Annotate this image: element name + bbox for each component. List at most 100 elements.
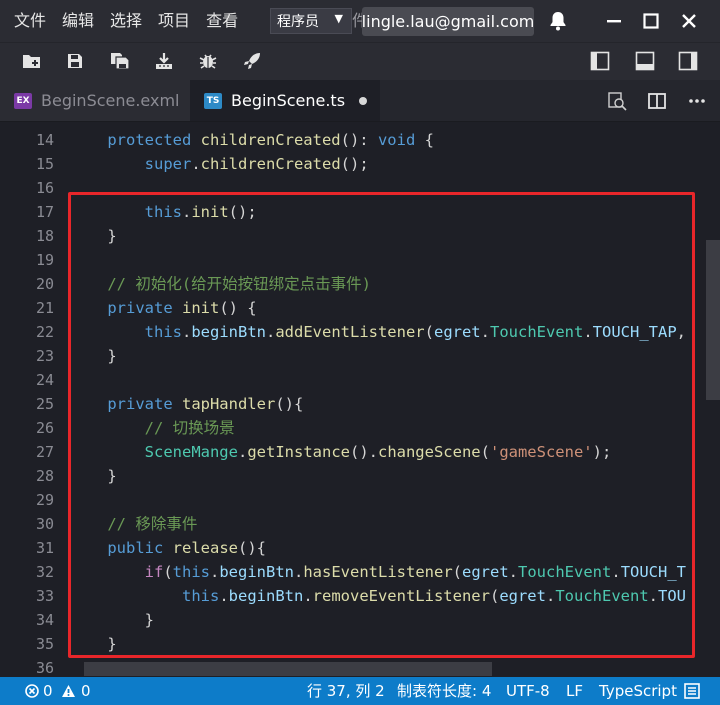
code-line[interactable]: 18 } bbox=[0, 224, 720, 248]
line-code: private tapHandler(){ bbox=[107, 395, 304, 413]
run-icon[interactable] bbox=[240, 49, 264, 73]
line-number: 24 bbox=[35, 371, 54, 389]
tab-beginscene-exml[interactable]: EX BeginScene.exml bbox=[0, 80, 190, 121]
bell-icon[interactable] bbox=[545, 8, 571, 34]
line-number: 14 bbox=[35, 131, 54, 149]
code-line[interactable]: 21 private init() { bbox=[0, 296, 720, 320]
save-all-icon[interactable] bbox=[108, 49, 132, 73]
code-line[interactable]: 23 } bbox=[0, 344, 720, 368]
feedback-icon[interactable] bbox=[684, 677, 700, 705]
minimize-icon[interactable] bbox=[601, 8, 627, 34]
line-code: } bbox=[70, 635, 117, 653]
line-code: this.beginBtn.removeEventListener(egret.… bbox=[181, 587, 686, 605]
code-editor[interactable]: 14 protected childrenCreated(): void {15… bbox=[0, 122, 720, 677]
line-code: protected childrenCreated(): void { bbox=[107, 131, 434, 149]
line-number: 15 bbox=[35, 155, 54, 173]
code-line[interactable]: 30 // 移除事件 bbox=[0, 512, 720, 536]
save-icon[interactable] bbox=[63, 49, 87, 73]
error-count[interactable]: 0 bbox=[43, 677, 53, 705]
ts-file-icon: TS bbox=[204, 92, 222, 109]
right-panel-icon[interactable] bbox=[676, 49, 700, 73]
code-line[interactable]: 29 bbox=[0, 488, 720, 512]
debug-icon[interactable] bbox=[196, 49, 220, 73]
code-line[interactable]: 25 private tapHandler(){ bbox=[0, 392, 720, 416]
line-number: 17 bbox=[35, 203, 54, 221]
code-line[interactable]: 31 public release(){ bbox=[0, 536, 720, 560]
menu-project[interactable]: 项目 bbox=[150, 0, 198, 42]
tab-bar: EX BeginScene.exml TS BeginScene.ts bbox=[0, 80, 720, 122]
tab-size[interactable]: 制表符长度: 4 bbox=[397, 677, 491, 705]
toolbar bbox=[0, 42, 720, 80]
menu-view[interactable]: 查看 bbox=[198, 0, 246, 42]
tab-beginscene-ts[interactable]: TS BeginScene.ts bbox=[190, 80, 380, 121]
line-number: 32 bbox=[35, 563, 54, 581]
vertical-scrollbar[interactable] bbox=[706, 240, 720, 400]
publish-icon[interactable] bbox=[152, 49, 176, 73]
line-number: 22 bbox=[35, 323, 54, 341]
left-panel-icon[interactable] bbox=[588, 49, 612, 73]
code-line[interactable]: 35 } bbox=[0, 632, 720, 656]
line-number: 18 bbox=[35, 227, 54, 245]
file-encoding[interactable]: UTF-8 bbox=[506, 677, 550, 705]
code-line[interactable]: 17 this.init(); bbox=[0, 200, 720, 224]
line-code: // 切换场景 bbox=[144, 419, 235, 437]
open-preview-icon[interactable] bbox=[606, 90, 628, 112]
line-number: 31 bbox=[35, 539, 54, 557]
line-number: 34 bbox=[35, 611, 54, 629]
line-code: // 移除事件 bbox=[107, 515, 198, 533]
line-number: 33 bbox=[35, 587, 54, 605]
line-code: public release(){ bbox=[107, 539, 266, 557]
line-number: 19 bbox=[35, 251, 54, 269]
line-code: } bbox=[70, 347, 117, 365]
code-line[interactable]: 33 this.beginBtn.removeEventListener(egr… bbox=[0, 584, 720, 608]
code-line[interactable]: 26 // 切换场景 bbox=[0, 416, 720, 440]
line-number: 27 bbox=[35, 443, 54, 461]
line-number: 29 bbox=[35, 491, 54, 509]
menu-edit[interactable]: 编辑 bbox=[54, 0, 102, 42]
split-editor-icon[interactable] bbox=[646, 90, 668, 112]
code-line[interactable]: 22 this.beginBtn.addEventListener(egret.… bbox=[0, 320, 720, 344]
unsaved-dot-icon bbox=[359, 96, 368, 105]
role-select[interactable]: 程序员 ▼ bbox=[270, 8, 352, 34]
cursor-position[interactable]: 行 37, 列 2 bbox=[307, 677, 385, 705]
line-number: 35 bbox=[35, 635, 54, 653]
code-line[interactable]: 28 } bbox=[0, 464, 720, 488]
line-code: private init() { bbox=[107, 299, 257, 317]
code-line[interactable]: 19 bbox=[0, 248, 720, 272]
warning-count[interactable]: 0 bbox=[81, 677, 91, 705]
code-line[interactable]: 16 bbox=[0, 176, 720, 200]
line-number: 20 bbox=[35, 275, 54, 293]
language-mode[interactable]: TypeScript bbox=[599, 677, 677, 705]
bottom-panel-icon[interactable] bbox=[633, 49, 657, 73]
line-code: // 初始化(给开始按钮绑定点击事件) bbox=[107, 275, 371, 293]
status-bar: 0 0 行 37, 列 2 制表符长度: 4 UTF-8 LF TypeScri… bbox=[0, 677, 720, 705]
error-icon[interactable] bbox=[25, 677, 39, 705]
line-number: 23 bbox=[35, 347, 54, 365]
line-ending[interactable]: LF bbox=[566, 677, 583, 705]
horizontal-scrollbar[interactable] bbox=[84, 662, 492, 676]
tab-label: BeginScene.ts bbox=[231, 91, 346, 110]
more-actions-icon[interactable] bbox=[686, 90, 708, 112]
code-line[interactable]: 27 SceneMange.getInstance().changeScene(… bbox=[0, 440, 720, 464]
line-number: 21 bbox=[35, 299, 54, 317]
line-number: 25 bbox=[35, 395, 54, 413]
new-folder-icon[interactable] bbox=[20, 49, 44, 73]
code-line[interactable]: 32 if(this.beginBtn.hasEventListener(egr… bbox=[0, 560, 720, 584]
line-code: } bbox=[70, 611, 154, 629]
menu-selection[interactable]: 选择 bbox=[102, 0, 150, 42]
line-number: 28 bbox=[35, 467, 54, 485]
code-line[interactable]: 15 super.childrenCreated(); bbox=[0, 152, 720, 176]
line-number: 16 bbox=[35, 179, 54, 197]
close-icon[interactable] bbox=[676, 8, 702, 34]
menu-file[interactable]: 文件 bbox=[0, 0, 54, 42]
line-code: } bbox=[70, 467, 117, 485]
code-line[interactable]: 20 // 初始化(给开始按钮绑定点击事件) bbox=[0, 272, 720, 296]
exml-file-icon: EX bbox=[14, 92, 32, 109]
maximize-icon[interactable] bbox=[638, 8, 664, 34]
warning-icon[interactable] bbox=[61, 677, 76, 705]
code-line[interactable]: 34 } bbox=[0, 608, 720, 632]
line-code: if(this.beginBtn.hasEventListener(egret.… bbox=[144, 563, 687, 581]
code-line[interactable]: 24 bbox=[0, 368, 720, 392]
role-select-value: 程序员 bbox=[277, 14, 319, 30]
code-line[interactable]: 14 protected childrenCreated(): void { bbox=[0, 128, 720, 152]
